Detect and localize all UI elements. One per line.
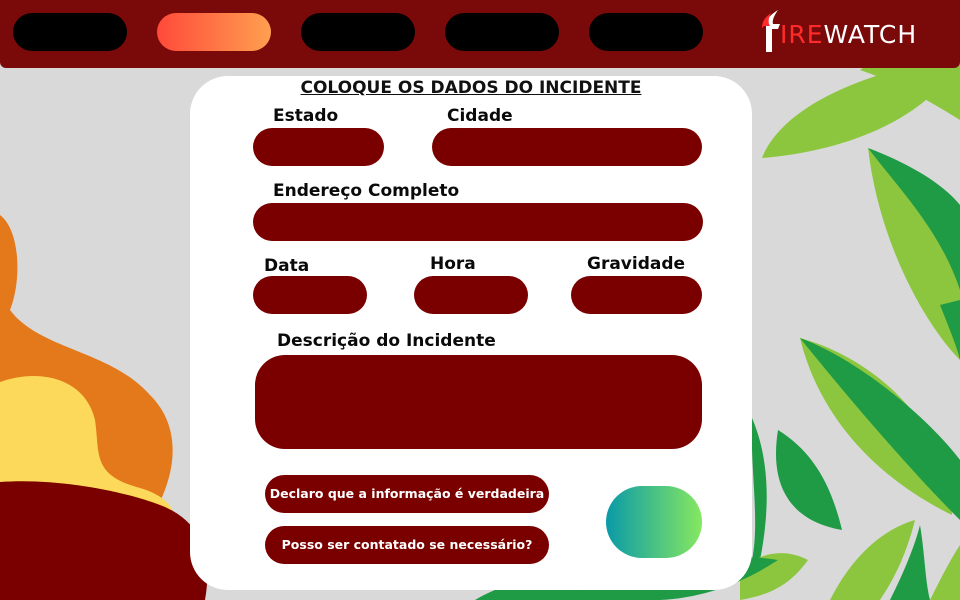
top-navigation-bar: IREWATCH [0,0,960,68]
flame-dark-shape [0,481,208,600]
nav-button-4[interactable] [445,13,559,51]
incident-form-card: COLOQUE OS DADOS DO INCIDENTE Estado Cid… [190,76,752,590]
hora-input[interactable] [414,276,528,314]
data-label: Data [264,256,310,276]
logo-wordmark: IREWATCH [780,20,917,49]
descricao-textarea[interactable] [255,355,702,449]
endereco-label: Endereço Completo [273,181,460,201]
leaf-shape [930,545,960,600]
leaf-shape [776,430,842,530]
logo-wordmark-rest: WATCH [823,19,918,49]
nav-button-5[interactable] [589,13,703,51]
nav-button-2-active[interactable] [157,13,271,51]
firewatch-logo: IREWATCH [756,8,917,54]
logo-wordmark-highlight: IRE [780,19,824,49]
cidade-label: Cidade [447,106,513,126]
nav-button-1[interactable] [13,13,127,51]
data-input[interactable] [253,276,367,314]
leaf-shape [751,418,767,560]
descricao-label: Descrição do Incidente [277,331,496,351]
flame-f-icon [762,10,780,52]
form-title: COLOQUE OS DADOS DO INCIDENTE [300,78,642,98]
contatado-button[interactable]: Posso ser contatado se necessário? [265,526,549,564]
cidade-input[interactable] [432,128,702,166]
estado-input[interactable] [253,128,384,166]
endereco-input[interactable] [253,203,703,241]
estado-label: Estado [273,106,339,126]
declaro-verdadeira-button[interactable]: Declaro que a informação é verdadeira [265,475,549,513]
hora-label: Hora [430,254,476,274]
nav-button-3[interactable] [301,13,415,51]
gravidade-label: Gravidade [587,254,686,274]
submit-button[interactable] [606,486,702,558]
gravidade-input[interactable] [571,276,702,314]
